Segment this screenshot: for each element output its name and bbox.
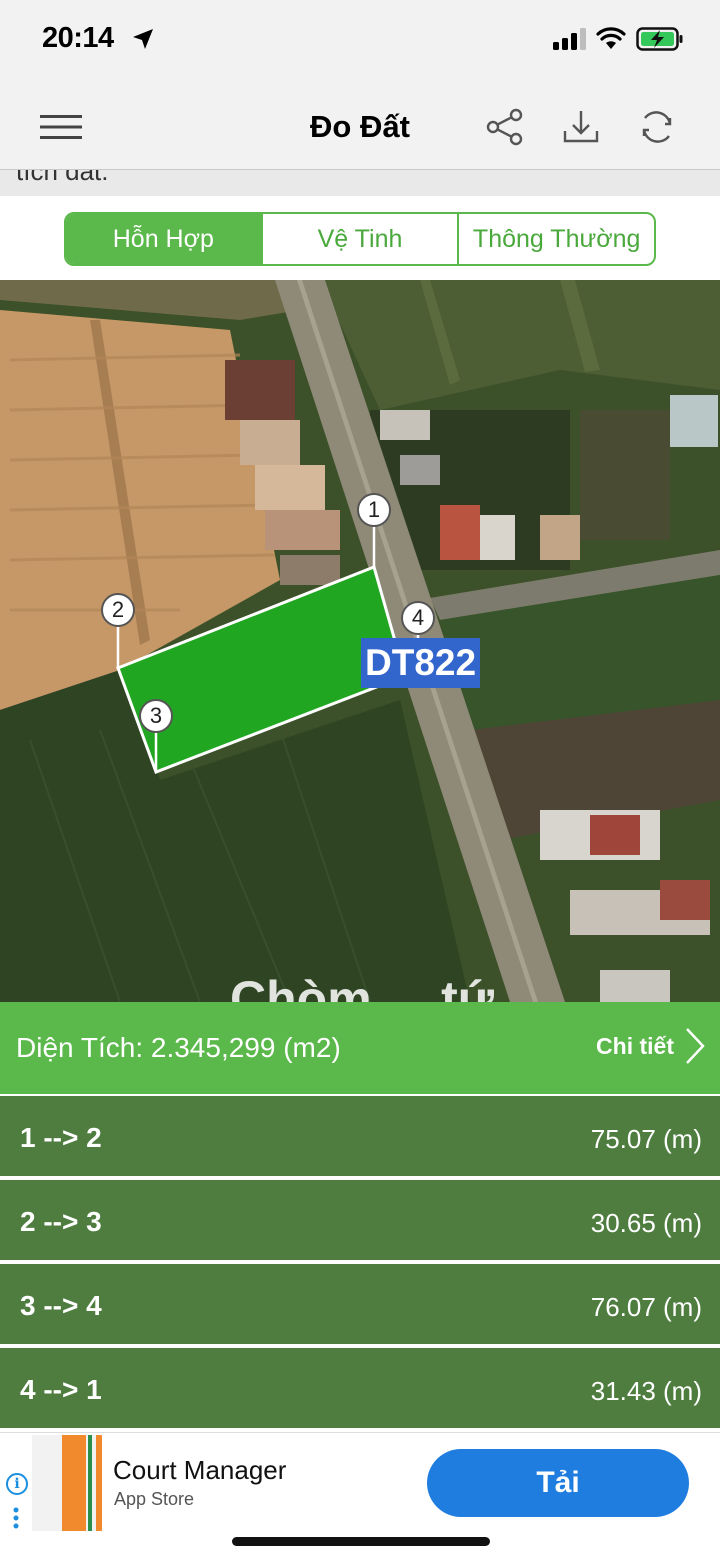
download-icon (563, 111, 599, 143)
ad-app-name: Court Manager (113, 1455, 287, 1485)
hamburger-menu-icon (40, 115, 82, 139)
segment-row: 4 --> 1 31.43 (m) (0, 1346, 720, 1428)
tab-satellite[interactable]: Vệ Tinh (263, 214, 460, 264)
vertex-marker-1[interactable]: 1 (357, 493, 391, 527)
help-text: tích đất. (16, 170, 109, 186)
map-type-bar: Hỗn Hợp Vệ Tinh Thông Thường (0, 196, 720, 280)
area-label: Diện Tích: 2.345,299 (m2) (16, 1032, 341, 1063)
share-button[interactable] (482, 104, 528, 150)
location-arrow-icon (133, 29, 153, 49)
tab-hybrid[interactable]: Hỗn Hợp (66, 214, 263, 264)
ad-install-button[interactable]: Tải (427, 1449, 689, 1517)
ad-info-icon[interactable]: i (6, 1473, 28, 1495)
segment-length: 31.43 (m) (590, 1376, 702, 1406)
segment-row: 2 --> 3 30.65 (m) (0, 1178, 720, 1260)
details-label: Chi tiết (596, 1032, 674, 1059)
nav-bar: Đo Đất (0, 82, 720, 170)
map-place-label: Chòm ... tứ ... (230, 971, 550, 1002)
road-label: DT822 (361, 638, 481, 688)
segment-name: 4 --> 1 (20, 1374, 102, 1405)
vertex-marker-3[interactable]: 3 (139, 699, 173, 733)
status-bar: 20:14 (0, 0, 720, 82)
map-type-segmented-control: Hỗn Hợp Vệ Tinh Thông Thường (64, 212, 656, 266)
ad-options-icon[interactable] (13, 1507, 19, 1529)
area-summary-bar: Diện Tích: 2.345,299 (m2) Chi tiết (0, 1002, 720, 1094)
map-imagery (0, 280, 720, 1002)
cellular-signal-icon (553, 28, 586, 50)
refresh-button[interactable] (634, 104, 680, 150)
refresh-icon (642, 111, 672, 143)
scrolled-help-text: tích đất. (0, 170, 720, 196)
segment-length: 30.65 (m) (590, 1208, 702, 1238)
segment-name: 2 --> 3 (20, 1206, 102, 1237)
segment-length: 76.07 (m) (590, 1292, 702, 1322)
segment-name: 1 --> 2 (20, 1122, 102, 1153)
chevron-right-icon (686, 1028, 705, 1064)
home-indicator[interactable] (232, 1537, 490, 1546)
vertex-marker-4[interactable]: 4 (401, 601, 435, 635)
page-title: Đo Đất (310, 109, 410, 144)
segment-length: 75.07 (m) (590, 1124, 702, 1154)
satellite-map[interactable]: 1 2 3 4 DT822 Chòm ... tứ ... (0, 280, 720, 1002)
app-logo-icon (32, 1435, 102, 1531)
segment-row: 3 --> 4 76.07 (m) (0, 1262, 720, 1344)
vertex-marker-2[interactable]: 2 (101, 593, 135, 627)
battery-charging-icon (636, 27, 683, 51)
tab-standard[interactable]: Thông Thường (459, 214, 654, 264)
menu-button[interactable] (38, 104, 84, 150)
download-button[interactable] (558, 104, 604, 150)
ad-store-label: App Store (114, 1489, 195, 1509)
segment-name: 3 --> 4 (20, 1290, 102, 1321)
status-time: 20:14 (42, 22, 114, 54)
details-button[interactable]: Chi tiết (596, 1026, 706, 1066)
segment-row: 1 --> 2 75.07 (m) (0, 1094, 720, 1176)
share-icon (486, 108, 523, 146)
wifi-icon (596, 27, 626, 49)
